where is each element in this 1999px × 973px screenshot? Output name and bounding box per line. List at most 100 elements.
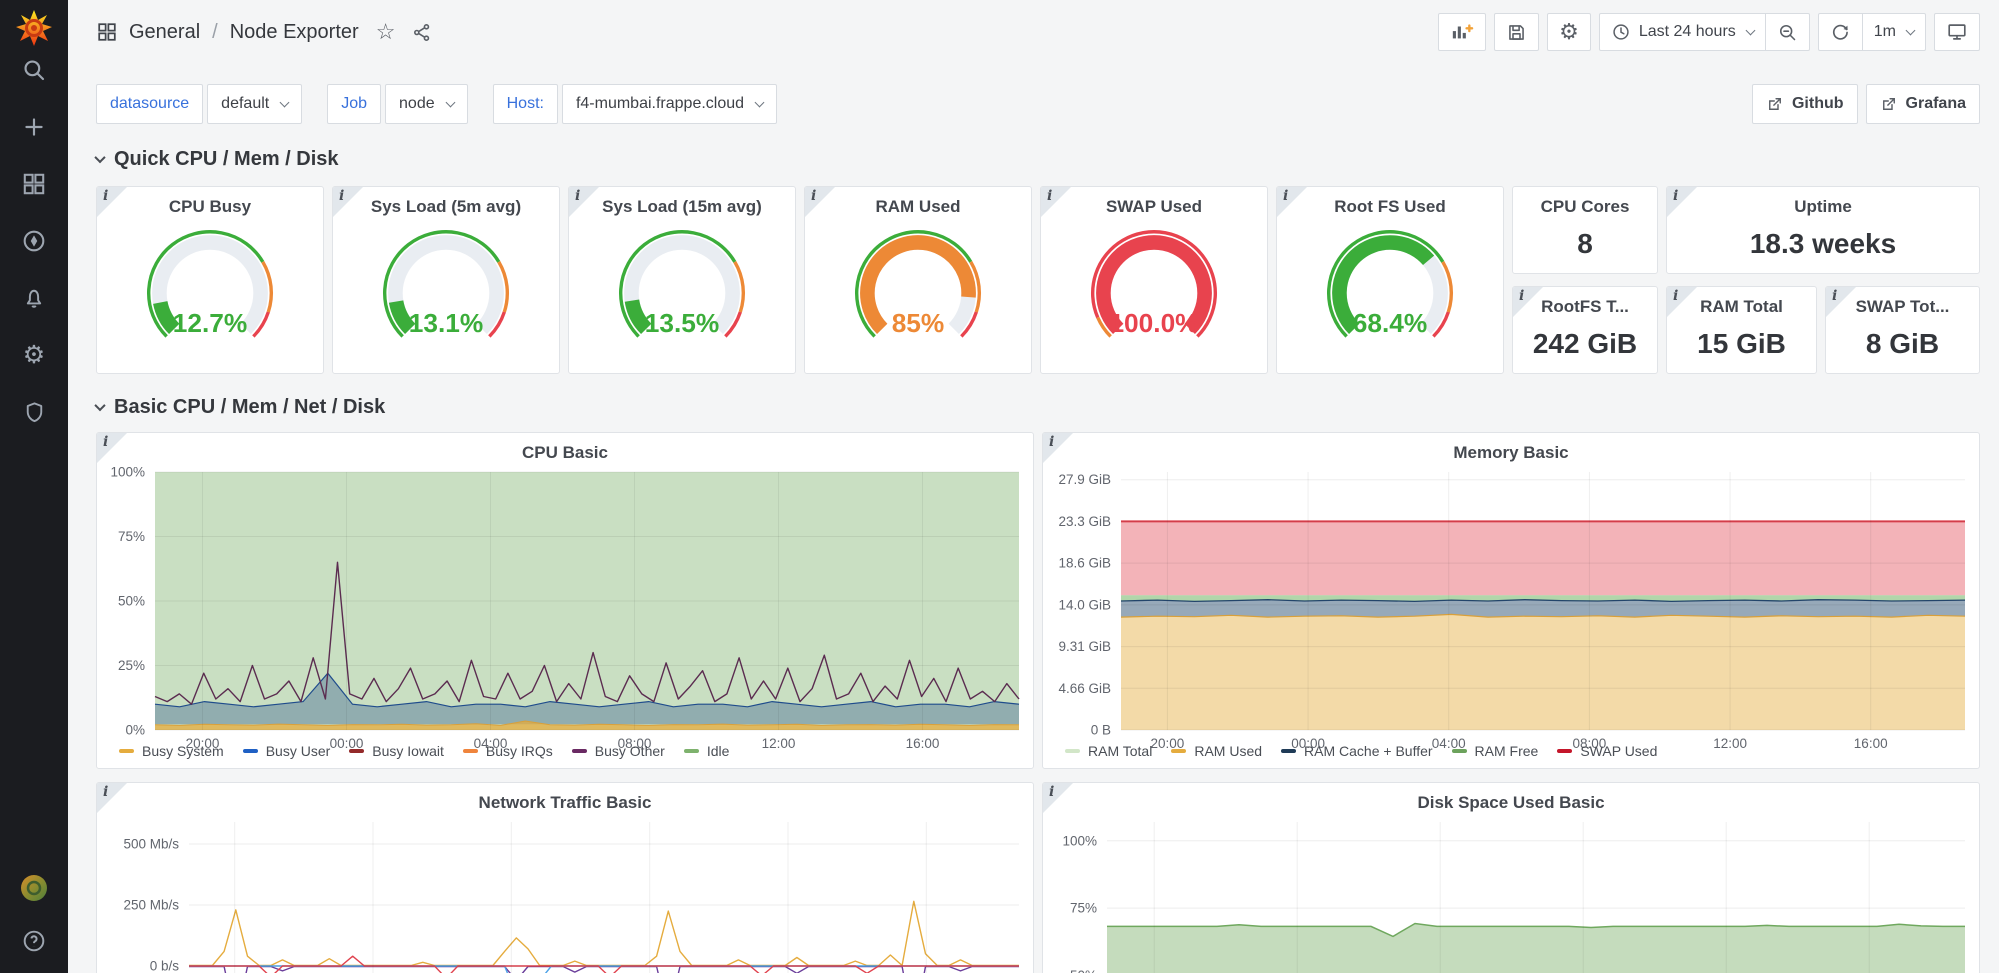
legend-item[interactable]: Busy System (119, 743, 224, 759)
monitor-icon (1946, 21, 1968, 43)
grafana-link-label: Grafana (1906, 95, 1966, 113)
panel-root-fs-used: i Root FS Used 68.4% (1276, 186, 1504, 374)
share-dashboard-button[interactable] (412, 22, 433, 43)
svg-text:0 B: 0 B (1091, 723, 1111, 738)
disk-space-chart[interactable]: 50%75%100% (1043, 814, 1979, 973)
legend-swatch (1281, 749, 1296, 753)
time-range-label: Last 24 hours (1639, 23, 1736, 41)
panel-title[interactable]: Sys Load (5m avg) (333, 187, 559, 218)
legend-item[interactable]: RAM Cache + Buffer (1281, 743, 1433, 759)
help-icon[interactable] (12, 919, 56, 963)
panel-title[interactable]: Memory Basic (1043, 433, 1979, 464)
gauge-svg: 12.7% (107, 223, 313, 369)
memory-basic-chart[interactable]: 0 B4.66 GiB9.31 GiB14.0 GiB18.6 GiB23.3 … (1043, 464, 1979, 740)
legend-item[interactable]: RAM Total (1065, 743, 1152, 759)
dashboard-settings-button[interactable]: ⚙ (1547, 13, 1591, 51)
panel-title[interactable]: Uptime (1667, 187, 1979, 218)
sidebar: ⚙ (0, 0, 68, 973)
basic-row-1: i CPU Basic 0%25%50%75%100%20:0000:0004:… (96, 432, 1980, 769)
disk-basic-svg: 50%75%100% (1043, 814, 1979, 973)
panel-info-corner[interactable]: i (569, 187, 599, 217)
svg-text:25%: 25% (118, 658, 145, 673)
sidebar-server-admin-icon[interactable] (12, 390, 56, 434)
search-icon (21, 57, 47, 83)
panel-info-corner[interactable]: i (1041, 187, 1071, 217)
variable-host-value-dropdown[interactable]: f4-mumbai.frappe.cloud (562, 84, 777, 124)
network-traffic-chart[interactable]: 500 Mb/s250 Mb/s0 b/s-250 Mb/s-500 Mb/s (97, 814, 1033, 973)
sidebar-dashboards-icon[interactable] (12, 162, 56, 206)
legend-item[interactable]: RAM Free (1452, 743, 1539, 759)
chevron-down-icon (755, 97, 765, 107)
sidebar-explore-icon[interactable] (12, 219, 56, 263)
zoom-out-time-button[interactable] (1766, 13, 1810, 51)
panel-info-corner[interactable]: i (97, 187, 127, 217)
refresh-button[interactable] (1818, 13, 1863, 51)
panel-info-corner[interactable]: i (97, 433, 127, 463)
sidebar-create-icon[interactable] (12, 105, 56, 149)
sidebar-configuration-icon[interactable]: ⚙ (12, 333, 56, 377)
section-basic-cpu-mem-net-disk[interactable]: Basic CPU / Mem / Net / Disk (96, 394, 1980, 420)
github-link-button[interactable]: Github (1752, 84, 1858, 124)
panel-info-corner[interactable]: i (1043, 783, 1073, 813)
section-quick-cpu-mem-disk[interactable]: Quick CPU / Mem / Disk (96, 146, 1980, 172)
cpu-basic-svg: 0%25%50%75%100%20:0000:0004:0008:0012:00… (97, 464, 1033, 756)
panel-info-corner[interactable]: i (1043, 433, 1073, 463)
legend-item[interactable]: Busy Iowait (349, 743, 444, 759)
panel-title[interactable]: Sys Load (15m avg) (569, 187, 795, 218)
panel-info-corner[interactable]: i (1277, 187, 1307, 217)
variable-job-value-dropdown[interactable]: node (385, 84, 468, 124)
panel-title[interactable]: CPU Basic (97, 433, 1033, 464)
panel-title[interactable]: SWAP Used (1041, 187, 1267, 218)
star-dashboard-button[interactable]: ☆ (376, 19, 396, 45)
add-panel-button[interactable] (1438, 13, 1486, 51)
panel-info-corner[interactable]: i (1667, 187, 1697, 217)
panel-info-corner[interactable]: i (1667, 287, 1697, 317)
time-range-picker[interactable]: Last 24 hours (1599, 13, 1766, 51)
memory-basic-svg: 0 B4.66 GiB9.31 GiB14.0 GiB18.6 GiB23.3 … (1043, 464, 1979, 756)
breadcrumb-separator: / (212, 21, 218, 44)
svg-text:250 Mb/s: 250 Mb/s (123, 898, 179, 913)
legend-item[interactable]: Busy Other (572, 743, 665, 759)
panel-info-corner[interactable]: i (805, 187, 835, 217)
sidebar-alerting-icon[interactable] (12, 276, 56, 320)
user-avatar[interactable] (19, 873, 49, 903)
panel-title[interactable]: Disk Space Used Basic (1043, 783, 1979, 814)
swap-total-value: 8 GiB (1826, 318, 1979, 373)
variable-job-value: node (399, 95, 435, 113)
panel-info-corner[interactable]: i (1826, 287, 1856, 317)
panel-title[interactable]: CPU Cores (1513, 187, 1657, 218)
grafana-link-button[interactable]: Grafana (1866, 84, 1980, 124)
legend-label: Busy System (142, 743, 224, 759)
panel-info-corner[interactable]: i (97, 783, 127, 813)
panel-memory-basic: i Memory Basic 0 B4.66 GiB9.31 GiB14.0 G… (1042, 432, 1980, 769)
tv-mode-button[interactable] (1934, 13, 1980, 51)
panel-title[interactable]: Root FS Used (1277, 187, 1503, 218)
save-dashboard-button[interactable] (1494, 13, 1539, 51)
legend-label: Busy Other (595, 743, 665, 759)
panel-title[interactable]: Network Traffic Basic (97, 783, 1033, 814)
panel-info-corner[interactable]: i (1513, 287, 1543, 317)
external-link-icon (1766, 95, 1784, 113)
legend-item[interactable]: SWAP Used (1557, 743, 1657, 759)
panel-sys-load-15m: i Sys Load (15m avg) 13.5% (568, 186, 796, 374)
legend-item[interactable]: RAM Used (1171, 743, 1262, 759)
ram-used-gauge: 85% (805, 218, 1031, 373)
panel-sys-load-5m: i Sys Load (5m avg) 13.1% (332, 186, 560, 374)
breadcrumb-folder[interactable]: General (129, 21, 200, 44)
legend-item[interactable]: Idle (684, 743, 730, 759)
breadcrumb-dashboard-title[interactable]: Node Exporter (230, 21, 359, 44)
panel-info-corner[interactable]: i (333, 187, 363, 217)
dashboard-links: Github Grafana (1752, 84, 1980, 124)
grafana-logo[interactable] (14, 8, 54, 48)
legend-item[interactable]: Busy User (243, 743, 331, 759)
panel-disk-space-used-basic: i Disk Space Used Basic 50%75%100% (1042, 782, 1980, 973)
panel-title[interactable]: CPU Busy (97, 187, 323, 218)
refresh-interval-dropdown[interactable]: 1m (1863, 13, 1926, 51)
variable-datasource: datasource default (96, 84, 302, 124)
legend-item[interactable]: Busy IRQs (463, 743, 553, 759)
cpu-basic-chart[interactable]: 0%25%50%75%100%20:0000:0004:0008:0012:00… (97, 464, 1033, 740)
save-floppy-icon (1506, 22, 1527, 43)
variable-datasource-value-dropdown[interactable]: default (207, 84, 302, 124)
panel-title[interactable]: RAM Used (805, 187, 1031, 218)
sidebar-search-icon[interactable] (12, 48, 56, 92)
